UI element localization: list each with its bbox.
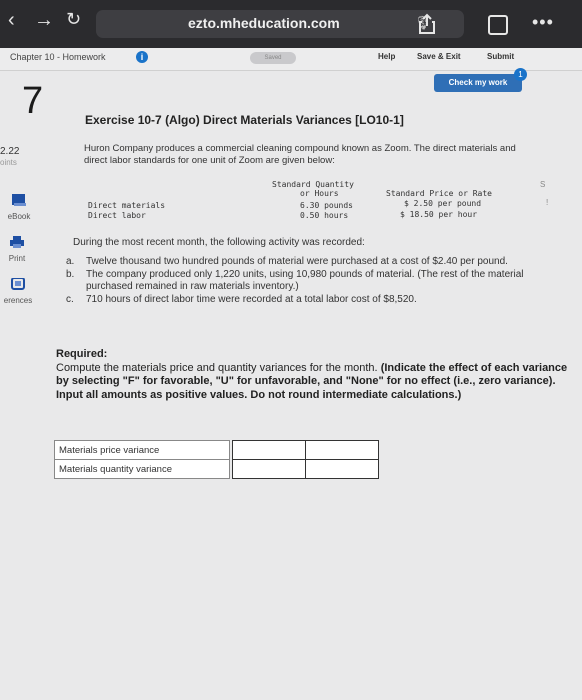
list-item: a. Twelve thousand two hundred pounds of… [66, 256, 566, 268]
row-direct-materials-label: Direct materials [88, 201, 166, 210]
references-label: erences [3, 296, 33, 305]
points-label: oints [0, 158, 17, 167]
list-marker: b. [66, 269, 75, 280]
ebook-icon [12, 194, 26, 206]
list-text: Twelve thousand two hundred pounds of ma… [86, 256, 508, 267]
ebook-link[interactable]: eBook [4, 194, 34, 221]
reload-icon[interactable]: ↻ [66, 9, 81, 30]
exercise-title: Exercise 10-7 (Algo) Direct Materials Va… [85, 113, 404, 127]
forward-arrow-icon[interactable]: → [34, 9, 54, 32]
check-count-badge: 1 [514, 68, 527, 81]
materials-quantity-variance-label: Materials quantity variance [54, 459, 230, 479]
browser-toolbar: ‹ → ↻ ezto.mheducation.com 🎙 ••• [0, 0, 582, 48]
points-value: 2.22 [0, 146, 20, 157]
std-header-qty-1: Standard Quantity [272, 180, 354, 189]
url-text: ezto.mheducation.com [188, 15, 340, 31]
share-icon[interactable] [418, 13, 436, 35]
printer-icon [10, 236, 24, 248]
address-bar[interactable]: ezto.mheducation.com 🎙 [96, 10, 464, 38]
row-direct-materials-qty: 6.30 pounds [300, 201, 353, 210]
answer-table: Materials price variance Materials quant… [54, 440, 379, 479]
list-text: The company produced only 1,220 units, u… [86, 269, 524, 292]
save-exit-button[interactable]: Save & Exit [417, 52, 461, 61]
std-header-qty-2: or Hours [300, 189, 339, 198]
list-marker: c. [66, 294, 74, 305]
print-label: Print [8, 254, 26, 263]
row-direct-materials-price: $ 2.50 per pound [404, 199, 482, 208]
list-text: 710 hours of direct labor time were reco… [86, 294, 417, 305]
tabs-icon[interactable] [488, 15, 508, 35]
list-item: c. 710 hours of direct labor time were r… [66, 294, 566, 306]
chapter-title: Chapter 10 - Homework [10, 52, 106, 62]
std-header-price: Standard Price or Rate [386, 189, 492, 198]
materials-quantity-variance-effect-select[interactable] [305, 459, 379, 479]
activity-intro: During the most recent month, the follow… [73, 237, 365, 248]
row-direct-labor-qty: 0.50 hours [300, 211, 349, 220]
list-item: b. The company produced only 1,220 units… [66, 269, 566, 293]
required-text: Compute the materials price and quantity… [56, 361, 378, 374]
more-icon[interactable]: ••• [532, 12, 554, 33]
activity-list: a. Twelve thousand two hundred pounds of… [66, 256, 566, 307]
materials-quantity-variance-amount-input[interactable] [232, 459, 306, 479]
edge-dollar-mark: S [540, 180, 546, 189]
print-link[interactable]: Print [2, 236, 32, 263]
materials-price-variance-effect-select[interactable] [305, 440, 379, 460]
references-link[interactable]: erences [0, 277, 36, 305]
edge-bang-mark: ! [546, 198, 549, 207]
help-link[interactable]: Help [378, 52, 395, 61]
back-arrow-icon[interactable]: ‹ [8, 9, 15, 32]
list-marker: a. [66, 256, 75, 267]
required-instructions: Required: Compute the materials price an… [56, 348, 576, 402]
references-icon [11, 277, 25, 290]
submit-button[interactable]: Submit [487, 52, 514, 61]
row-direct-labor-price: $ 18.50 per hour [400, 210, 478, 219]
row-direct-labor-label: Direct labor [88, 211, 146, 220]
saved-status-badge: Saved [250, 52, 296, 64]
table-row: Materials price variance [54, 440, 379, 460]
info-icon[interactable]: i [136, 51, 148, 63]
materials-price-variance-label: Materials price variance [54, 440, 230, 460]
materials-price-variance-amount-input[interactable] [232, 440, 306, 460]
check-my-work-button[interactable]: Check my work [434, 74, 522, 92]
required-heading: Required: [56, 348, 108, 360]
exercise-intro: Huron Company produces a commercial clea… [84, 143, 516, 166]
table-row: Materials quantity variance [54, 459, 379, 479]
standards-table: Standard Quantity or Hours Standard Pric… [84, 176, 554, 228]
ebook-label: eBook [7, 212, 31, 221]
question-number: 7 [22, 80, 44, 122]
